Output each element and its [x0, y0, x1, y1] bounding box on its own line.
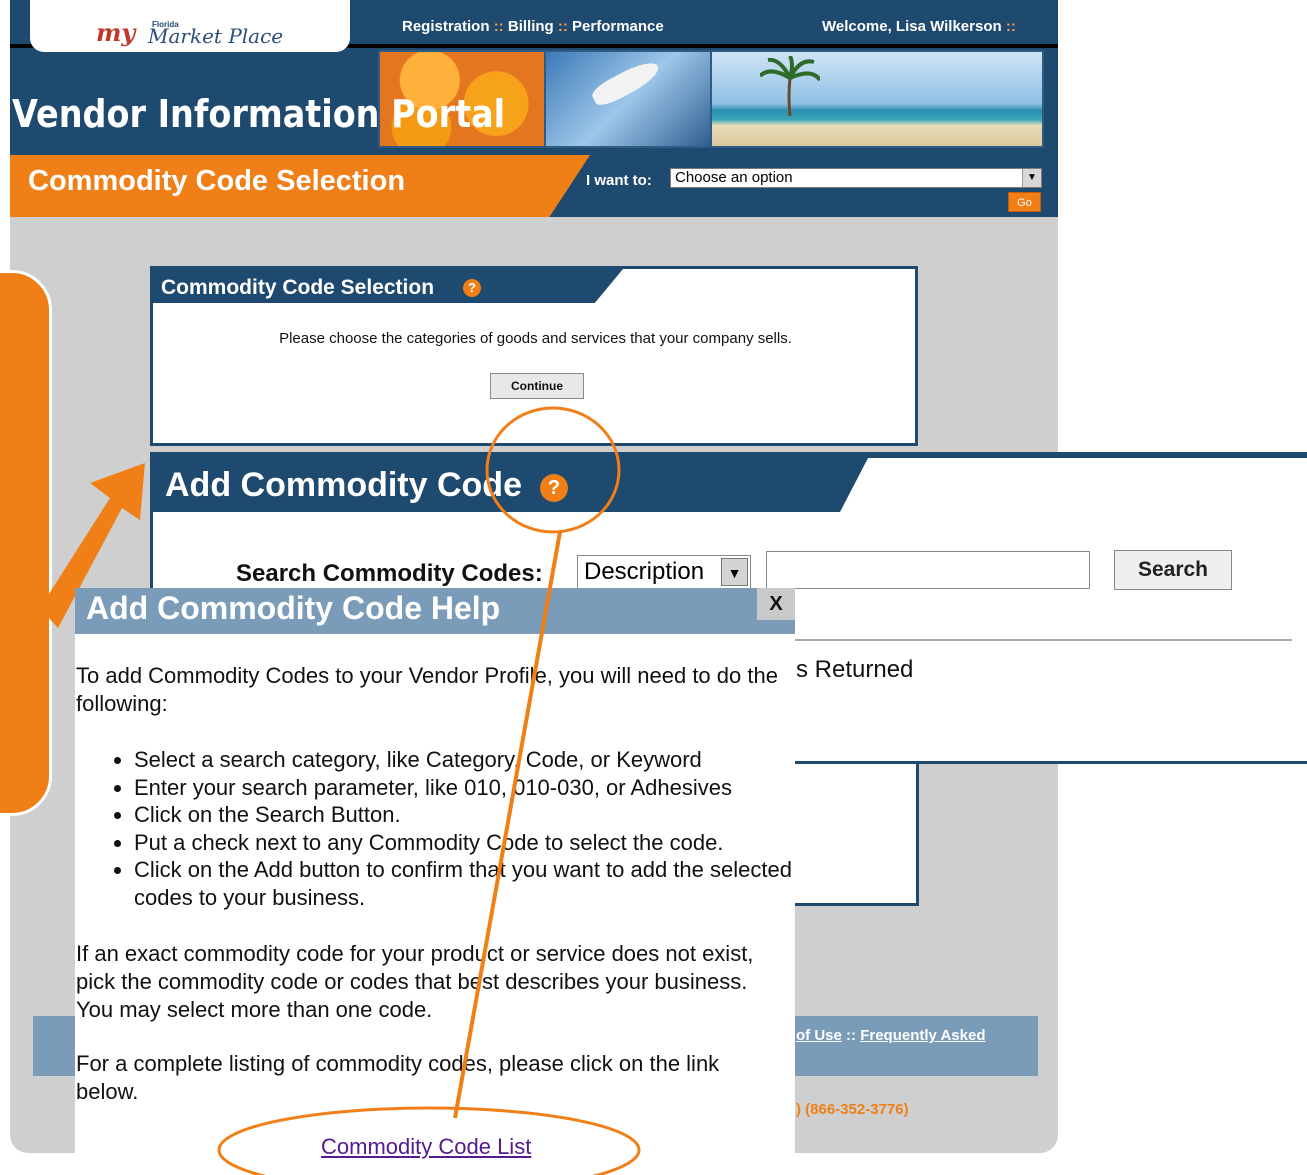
- logo-marketplace: Market Place: [148, 24, 284, 48]
- footer-link-faq[interactable]: Frequently Asked: [860, 1027, 985, 1044]
- portal-title: Vendor Information Portal: [12, 92, 506, 136]
- footer-separator: ::: [846, 1027, 857, 1044]
- space-shuttle-photo: [544, 50, 714, 148]
- add-commodity-title: Add Commodity Code: [165, 466, 522, 504]
- top-navigation: Registration :: Billing :: Performance: [402, 18, 664, 35]
- nav-separator: ::: [557, 18, 568, 35]
- footer-link-terms[interactable]: of Use: [796, 1027, 842, 1044]
- help-steps-list: Select a search category, like Category,…: [104, 746, 824, 911]
- welcome-text: Welcome, Lisa Wilkerson: [822, 18, 1002, 35]
- footer-links: of Use :: Frequently Asked: [796, 1027, 986, 1044]
- selection-description: Please choose the categories of goods an…: [279, 330, 792, 347]
- add-commodity-header-notch: [840, 458, 1307, 512]
- continue-button[interactable]: Continue: [490, 373, 584, 399]
- help-icon[interactable]: ?: [463, 279, 481, 297]
- help-step: Click on the Search Button.: [134, 801, 824, 829]
- footer-phone: ) (866-352-3776): [796, 1101, 909, 1118]
- nav-performance[interactable]: Performance: [572, 18, 664, 35]
- help-step: Click on the Add button to confirm that …: [134, 856, 824, 911]
- divider: [795, 639, 1292, 641]
- help-paragraph: If an exact commodity code for your prod…: [76, 941, 754, 1022]
- selection-panel-title: Commodity Code Selection: [161, 276, 435, 299]
- i-want-to-label: I want to:: [586, 172, 652, 189]
- search-button[interactable]: Search: [1114, 550, 1232, 590]
- nav-billing[interactable]: Billing: [508, 18, 554, 35]
- help-icon[interactable]: ?: [540, 474, 568, 502]
- help-popup-title: Add Commodity Code Help: [86, 590, 501, 626]
- go-button[interactable]: Go: [1008, 192, 1041, 212]
- search-input[interactable]: [766, 551, 1090, 589]
- nav-registration[interactable]: Registration: [402, 18, 490, 35]
- chevron-down-icon[interactable]: ▼: [721, 558, 748, 586]
- page-title: Commodity Code Selection: [28, 165, 406, 197]
- nav-separator: ::: [493, 18, 504, 35]
- chevron-down-icon[interactable]: ▼: [1022, 169, 1041, 187]
- help-step: Enter your search parameter, like 010, 0…: [134, 774, 824, 802]
- results-returned-text: s Returned: [796, 656, 914, 683]
- i-want-to-select[interactable]: Choose an option: [670, 168, 1042, 188]
- search-commodity-label: Search Commodity Codes:: [236, 560, 543, 587]
- logo-my: my: [96, 18, 136, 47]
- close-button[interactable]: X: [757, 588, 795, 620]
- commodity-code-list-link[interactable]: Commodity Code List: [321, 1134, 531, 1160]
- welcome-message: Welcome, Lisa Wilkerson ::: [822, 18, 1016, 35]
- palm-tree-icon: [760, 56, 820, 116]
- welcome-separator: ::: [1005, 18, 1016, 35]
- help-intro-text: To add Commodity Codes to your Vendor Pr…: [76, 663, 778, 716]
- help-step: Select a search category, like Category,…: [134, 746, 824, 774]
- help-paragraph: For a complete listing of commodity code…: [76, 1051, 720, 1104]
- help-step: Put a check next to any Commodity Code t…: [134, 829, 824, 857]
